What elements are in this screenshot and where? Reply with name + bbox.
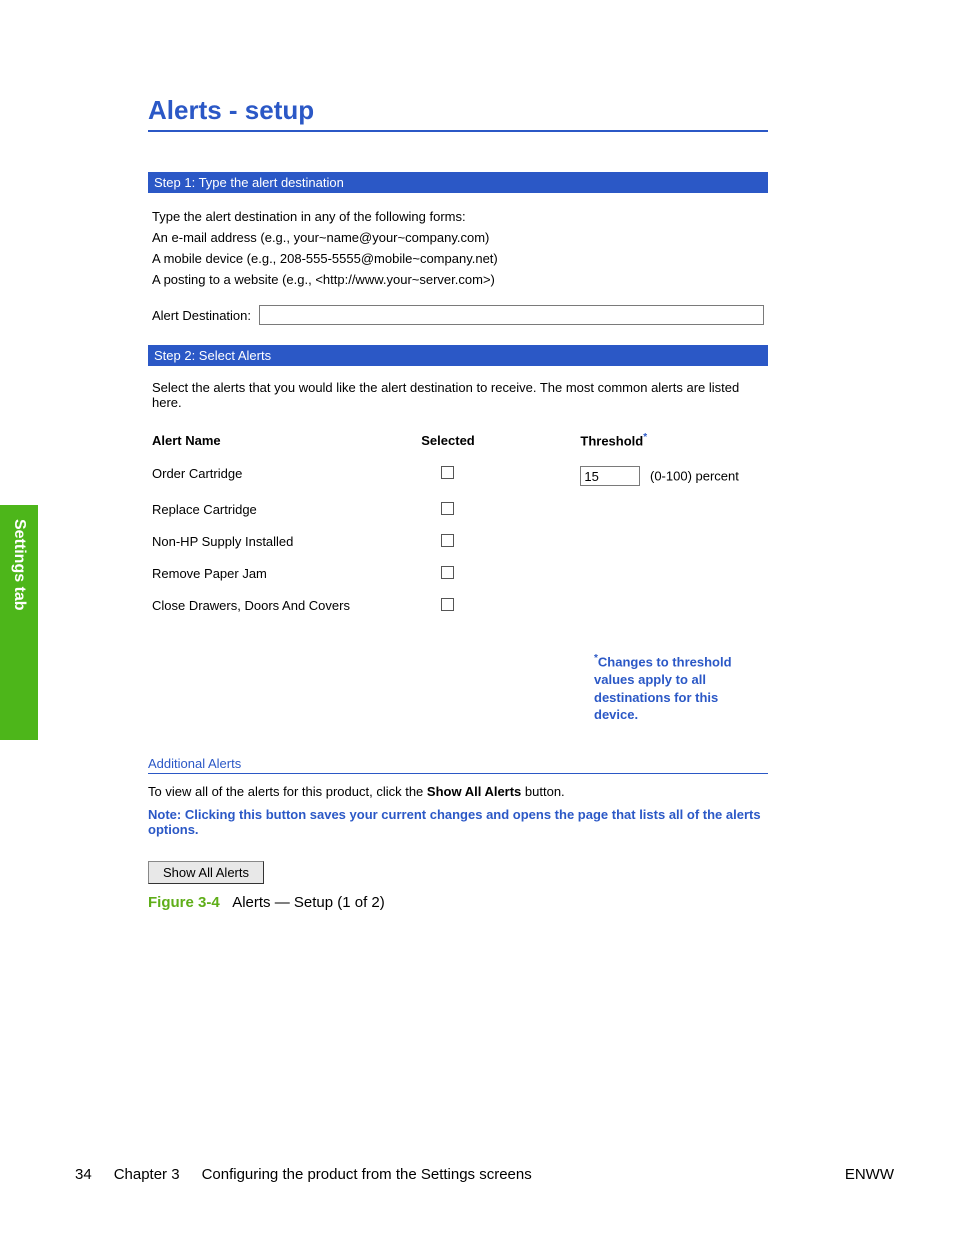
step1-header: Step 1: Type the alert destination: [148, 172, 768, 193]
additional-alerts-header: Additional Alerts: [148, 756, 768, 774]
step1-body: Type the alert destination in any of the…: [148, 193, 768, 345]
alert-destination-input[interactable]: [259, 305, 764, 325]
alert-name: Replace Cartridge: [152, 494, 421, 526]
asterisk-icon: *: [643, 432, 647, 443]
alert-destination-label: Alert Destination:: [152, 308, 251, 323]
step2-body: Select the alerts that you would like th…: [148, 366, 768, 734]
threshold-note: *Changes to threshold values apply to al…: [594, 652, 764, 724]
additional-line1: To view all of the alerts for this produ…: [148, 784, 768, 799]
side-tab-settings: Settings tab: [0, 505, 38, 740]
footer-page-number: 34: [75, 1166, 92, 1183]
alerts-table: Alert Name Selected Threshold* Order Car…: [152, 428, 764, 622]
checkbox-order-cartridge[interactable]: [441, 466, 454, 479]
checkbox-non-hp-supply[interactable]: [441, 534, 454, 547]
step1-intro: Type the alert destination in any of the…: [152, 209, 764, 224]
step1-example-3: A posting to a website (e.g., <http://ww…: [152, 272, 764, 287]
page-footer: 34 Chapter 3 Configuring the product fro…: [75, 1166, 894, 1183]
step1-example-2: A mobile device (e.g., 208-555-5555@mobi…: [152, 251, 764, 266]
col-alert-name: Alert Name: [152, 428, 421, 458]
footer-chapter-title: Configuring the product from the Setting…: [202, 1166, 532, 1183]
checkbox-paper-jam[interactable]: [441, 566, 454, 579]
page-title: Alerts - setup: [148, 95, 768, 132]
table-row: Replace Cartridge: [152, 494, 764, 526]
figure-label: Figure 3-4: [148, 894, 220, 911]
additional-alerts-body: To view all of the alerts for this produ…: [148, 784, 768, 884]
col-threshold: Threshold*: [580, 428, 764, 458]
footer-right: ENWW: [845, 1166, 894, 1183]
figure-caption: Figure 3-4 Alerts — Setup (1 of 2): [148, 894, 768, 911]
alert-name: Remove Paper Jam: [152, 558, 421, 590]
table-row: Close Drawers, Doors And Covers: [152, 590, 764, 622]
figure-text: Alerts — Setup (1 of 2): [232, 894, 385, 911]
additional-note: Note: Clicking this button saves your cu…: [148, 807, 768, 837]
threshold-suffix: (0-100) percent: [650, 469, 739, 484]
step1-example-1: An e-mail address (e.g., your~name@your~…: [152, 230, 764, 245]
show-all-alerts-button[interactable]: Show All Alerts: [148, 861, 264, 884]
alert-name: Close Drawers, Doors And Covers: [152, 590, 421, 622]
checkbox-close-drawers[interactable]: [441, 598, 454, 611]
table-row: Order Cartridge (0-100) percent: [152, 458, 764, 494]
step2-header: Step 2: Select Alerts: [148, 345, 768, 366]
footer-chapter: Chapter 3: [114, 1166, 180, 1183]
table-row: Non-HP Supply Installed: [152, 526, 764, 558]
alert-name: Non-HP Supply Installed: [152, 526, 421, 558]
checkbox-replace-cartridge[interactable]: [441, 502, 454, 515]
alert-name: Order Cartridge: [152, 458, 421, 494]
table-row: Remove Paper Jam: [152, 558, 764, 590]
col-selected: Selected: [421, 428, 580, 458]
threshold-input[interactable]: [580, 466, 640, 486]
page-content: Alerts - setup Step 1: Type the alert de…: [148, 95, 768, 911]
step2-intro: Select the alerts that you would like th…: [152, 380, 764, 410]
